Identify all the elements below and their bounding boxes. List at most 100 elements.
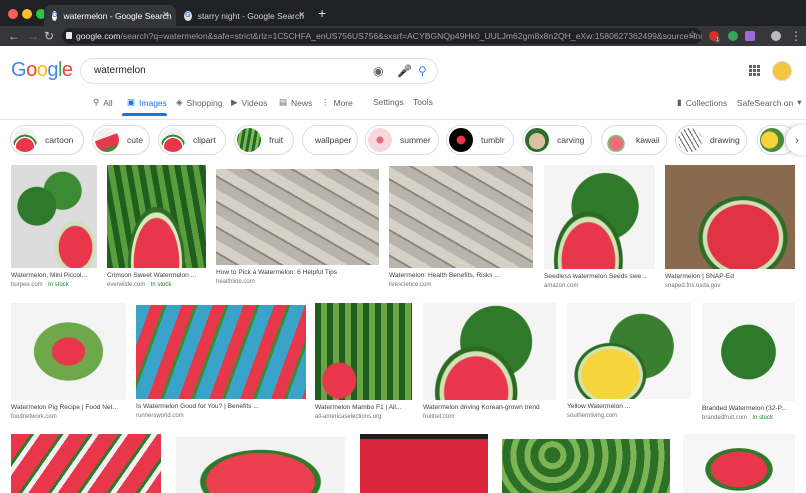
account-avatar[interactable] xyxy=(772,61,792,81)
settings-link[interactable]: Settings xyxy=(373,97,404,107)
logo-letter: o xyxy=(26,59,37,81)
image-result[interactable]: Branded Watermelon (32-P... brandedfruit.… xyxy=(702,303,795,421)
image-result[interactable]: Watermelon: Health Benefits, Risks ... li… xyxy=(389,166,533,288)
close-window-button[interactable] xyxy=(8,9,18,19)
result-title[interactable]: How to Pick a Watermelon: 6 Helpful Tips xyxy=(216,269,379,276)
chip-clipart[interactable]: clipart xyxy=(158,125,226,155)
chip-tumblr[interactable]: tumblr xyxy=(446,125,514,155)
image-result[interactable] xyxy=(683,434,795,493)
extension-icon[interactable] xyxy=(728,31,738,41)
image-result[interactable]: Is Watermelon Good for You? | Benefits .… xyxy=(136,305,306,419)
chip-thumbnail xyxy=(237,128,261,152)
reload-icon[interactable]: ↻ xyxy=(44,28,54,44)
image-result[interactable] xyxy=(11,434,161,493)
image-result[interactable]: Watermelon | SNAP-Ed snaped.fns.usda.gov xyxy=(665,165,795,289)
result-thumbnail[interactable] xyxy=(702,303,795,401)
result-title[interactable]: Yellow Watermelon ... xyxy=(567,403,691,410)
result-title[interactable]: Watermelon Pig Recipe | Food Net... xyxy=(11,404,126,411)
safesearch-toggle[interactable]: SafeSearch on ▾ xyxy=(737,97,802,108)
image-result[interactable]: How to Pick a Watermelon: 6 Helpful Tips… xyxy=(216,169,379,285)
chip-label: cartoon xyxy=(45,135,74,145)
tab-shopping[interactable]: ◈ Shopping xyxy=(176,97,222,108)
forward-arrow-icon[interactable]: → xyxy=(27,28,39,44)
chip-kawaii[interactable]: kawaii xyxy=(601,125,667,155)
result-source: everwilde.com · In stock xyxy=(107,282,172,288)
chip-label: wallpaper xyxy=(315,135,352,145)
result-thumbnail[interactable] xyxy=(389,166,533,268)
result-title[interactable]: Watermelon driving Korean-grown trend xyxy=(423,404,556,411)
tab-images[interactable]: ▣ Images xyxy=(127,97,167,108)
result-thumbnail[interactable] xyxy=(567,303,691,399)
image-result[interactable]: Watermelon, Mini Piccol... burpee.com · I… xyxy=(11,165,97,288)
tab-all[interactable]: ⚲ All xyxy=(93,97,113,108)
profile-avatar[interactable] xyxy=(771,31,781,41)
result-thumbnail[interactable] xyxy=(544,165,655,269)
tab-starry-night-search[interactable]: G starry night - Google Search × xyxy=(176,5,312,26)
image-result[interactable]: Yellow Watermelon ... southernliving.com xyxy=(567,303,691,419)
image-result[interactable] xyxy=(176,437,345,493)
back-arrow-icon[interactable]: ← xyxy=(8,28,20,44)
result-source: fruitnet.com xyxy=(423,414,455,420)
tab-watermelon-search[interactable]: G watermelon - Google Search × xyxy=(44,5,176,26)
image-result[interactable]: Watermelon driving Korean-grown trend fru… xyxy=(423,303,556,420)
close-tab-icon[interactable]: × xyxy=(299,9,305,21)
apps-grid-icon[interactable] xyxy=(749,65,760,76)
search-input[interactable]: watermelon ◉ 🎤 ⚲ xyxy=(80,58,438,84)
image-result[interactable] xyxy=(360,434,488,493)
result-source: livescience.com xyxy=(389,282,432,288)
result-title[interactable]: Seedless watermelon Seeds swe... xyxy=(544,273,655,280)
logo-letter: g xyxy=(47,59,58,81)
close-tab-icon[interactable]: × xyxy=(163,9,169,21)
microphone-icon[interactable]: 🎤 xyxy=(397,59,412,83)
camera-icon[interactable]: ◉ xyxy=(373,59,383,83)
chip-fruit[interactable]: fruit xyxy=(234,125,294,155)
chip-cute[interactable]: cute xyxy=(92,125,150,155)
chip-thumbnail xyxy=(161,128,185,152)
chip-carving[interactable]: carving xyxy=(522,125,592,155)
result-thumbnail[interactable] xyxy=(11,434,161,493)
menu-kebab-icon[interactable]: ⋮ xyxy=(790,28,802,44)
result-thumbnail[interactable] xyxy=(136,305,306,399)
extension-icon[interactable] xyxy=(745,31,755,41)
image-result[interactable]: Seedless watermelon Seeds swe... amazon.c… xyxy=(544,165,655,289)
result-thumbnail[interactable] xyxy=(107,165,206,268)
result-thumbnail[interactable] xyxy=(502,439,670,493)
google-logo[interactable]: Google xyxy=(11,59,73,82)
image-result[interactable]: Crimson Sweet Watermelon ... everwilde.co… xyxy=(107,165,206,288)
tab-news[interactable]: ▤ News xyxy=(279,97,312,108)
chip-drawing[interactable]: drawing xyxy=(675,125,747,155)
tools-link[interactable]: Tools xyxy=(413,97,433,107)
chip-cartoon[interactable]: cartoon xyxy=(10,125,84,155)
result-thumbnail[interactable] xyxy=(683,434,795,493)
result-title[interactable]: Watermelon Mambo F1 | All... xyxy=(315,404,412,411)
result-source: all-americaselections.org xyxy=(315,414,382,420)
result-thumbnail[interactable] xyxy=(11,303,126,400)
tab-more[interactable]: ⋮ More xyxy=(321,97,353,108)
result-thumbnail[interactable] xyxy=(665,165,795,269)
result-title[interactable]: Watermelon: Health Benefits, Risks ... xyxy=(389,272,533,279)
result-source: burpee.com · In stock xyxy=(11,282,69,288)
result-title[interactable]: Watermelon | SNAP-Ed xyxy=(665,273,795,280)
result-thumbnail[interactable] xyxy=(315,303,412,400)
result-thumbnail[interactable] xyxy=(360,434,488,493)
result-thumbnail[interactable] xyxy=(423,303,556,400)
result-thumbnail[interactable] xyxy=(216,169,379,265)
search-icon[interactable]: ⚲ xyxy=(418,59,427,83)
image-result[interactable] xyxy=(502,439,670,493)
collections-link[interactable]: ▮ Collections xyxy=(677,97,727,108)
new-tab-button[interactable]: + xyxy=(318,5,326,21)
result-title[interactable]: Crimson Sweet Watermelon ... xyxy=(107,272,206,279)
result-title[interactable]: Watermelon, Mini Piccol... xyxy=(11,272,97,279)
result-title[interactable]: Is Watermelon Good for You? | Benefits .… xyxy=(136,403,306,410)
chip-summer[interactable]: summer xyxy=(365,125,439,155)
address-bar[interactable]: google.com/search?q=watermelon&safe=stri… xyxy=(62,28,702,44)
image-result[interactable]: Watermelon Mambo F1 | All... all-americas… xyxy=(315,303,412,420)
result-title[interactable]: Branded Watermelon (32-P... xyxy=(702,405,795,412)
minimize-window-button[interactable] xyxy=(22,9,32,19)
bookmark-star-icon[interactable]: ☆ xyxy=(688,28,697,44)
result-thumbnail[interactable] xyxy=(176,437,345,493)
tab-videos[interactable]: ▶ Videos xyxy=(231,97,267,108)
result-thumbnail[interactable] xyxy=(11,165,97,268)
chip-wallpaper[interactable]: wallpaper xyxy=(302,125,358,155)
image-result[interactable]: Watermelon Pig Recipe | Food Net... foodn… xyxy=(11,303,126,420)
